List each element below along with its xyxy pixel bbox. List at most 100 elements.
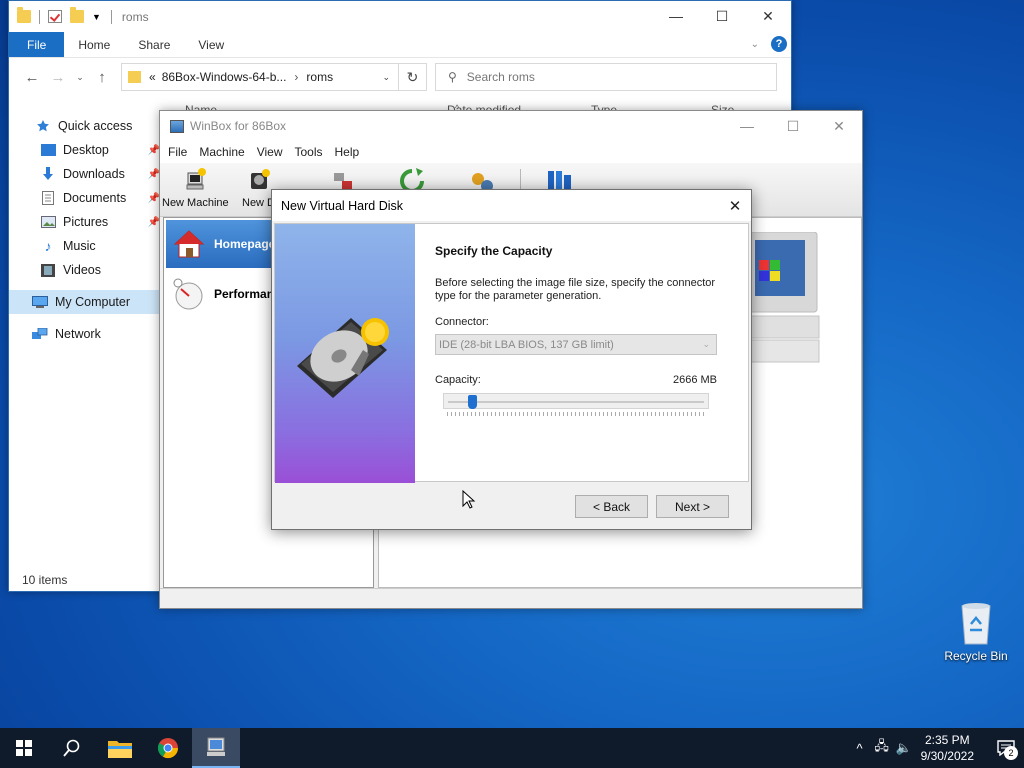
forward-arrow-icon[interactable]: → [45,69,71,86]
taskbar: ^ 🖧 🔈 2:35 PM 9/30/2022 2 [0,728,1024,768]
menu-view[interactable]: View [251,145,289,159]
menu-tools[interactable]: Tools [289,145,329,159]
network-status-icon[interactable]: 🖧 [871,737,893,759]
mouse-cursor-icon [462,490,476,509]
minimize-button[interactable]: — [724,111,770,141]
tab-file[interactable]: File [9,32,65,57]
nav-downloads[interactable]: Downloads 📌 [9,162,160,186]
nav-label: Quick access [58,119,133,133]
winbox-app-icon [170,119,184,133]
breadcrumb-parent[interactable]: 86Box-Windows-64-b... [162,70,287,84]
start-button[interactable] [0,728,48,768]
connector-value: IDE (28-bit LBA BIOS, 137 GB limit) [439,338,614,351]
help-icon[interactable]: ? [771,36,787,52]
nav-videos[interactable]: Videos [9,258,160,282]
nav-pictures[interactable]: Pictures 📌 [9,210,160,234]
back-button[interactable]: < Back [575,495,648,518]
search-icon [63,739,80,757]
taskbar-winbox[interactable] [192,728,240,768]
refresh-button[interactable]: ↻ [399,63,427,91]
dialog-titlebar[interactable]: New Virtual Hard Disk ✕ [272,190,751,221]
tab-home[interactable]: Home [64,32,124,57]
breadcrumb-separator-icon[interactable]: › [294,70,298,84]
nav-desktop[interactable]: Desktop 📌 [9,138,160,162]
list-item-label: Performan [214,287,275,301]
window-title: roms [121,9,149,24]
action-center-button[interactable]: 2 [988,728,1024,768]
performance-icon [173,278,203,310]
nav-music[interactable]: ♪ Music [9,234,160,258]
toolbar-label: New Machine [162,197,229,209]
nav-label: My Computer [55,295,131,309]
explorer-titlebar[interactable]: ▼ roms — ☐ ✕ [9,1,791,32]
nav-label: Documents [63,191,127,205]
nav-network[interactable]: Network [9,322,160,346]
capacity-label: Capacity: [435,374,481,386]
new-machine-icon [186,168,207,190]
document-icon [40,191,56,205]
list-item-label: Homepage [214,237,276,251]
divider [39,9,40,24]
nav-label: Desktop [63,143,109,157]
slider-thumb[interactable] [467,395,477,409]
menu-machine[interactable]: Machine [193,145,250,159]
maximize-button[interactable]: ☐ [699,1,745,31]
clock[interactable]: 2:35 PM 9/30/2022 [921,732,974,764]
winbox-app-icon [207,737,225,756]
volume-icon[interactable]: 🔈 [893,740,915,756]
recent-locations-icon[interactable]: ⌄ [71,72,89,83]
properties-icon[interactable] [48,10,62,23]
taskbar-file-explorer[interactable] [96,728,144,768]
new-machine-button[interactable]: New Machine [162,165,229,209]
system-tray: ^ 🖧 🔈 2:35 PM 9/30/2022 2 [849,728,1024,768]
item-count: 10 items [22,573,68,587]
tab-view[interactable]: View [184,32,238,57]
nav-documents[interactable]: Documents 📌 [9,186,160,210]
nav-label: Music [63,239,96,253]
new-folder-icon[interactable] [70,7,84,23]
nav-label: Videos [63,263,101,277]
connector-select[interactable]: IDE (28-bit LBA BIOS, 137 GB limit) ⌄ [435,334,717,355]
search-button[interactable] [48,728,96,768]
capacity-slider[interactable] [443,393,709,409]
music-icon: ♪ [44,238,52,254]
clock-date: 9/30/2022 [920,749,974,763]
recycle-bin[interactable]: Recycle Bin [940,602,1012,663]
address-dropdown-icon[interactable]: ⌄ [382,72,390,83]
taskbar-chrome[interactable] [144,728,192,768]
menu-help[interactable]: Help [329,145,366,159]
star-icon [35,119,51,133]
minimize-button[interactable]: — [653,1,699,31]
search-icon: ⚲ [448,70,457,84]
close-icon[interactable]: ✕ [719,190,751,221]
customize-quick-access-icon[interactable]: ▼ [92,12,101,22]
folder-icon [128,71,141,83]
tab-share[interactable]: Share [124,32,184,57]
up-arrow-icon[interactable]: ↑ [89,69,115,86]
wizard-sidebar [275,224,415,483]
slider-track [448,401,704,403]
close-button[interactable]: ✕ [745,1,791,31]
close-button[interactable]: ✕ [816,111,862,141]
show-hidden-icons-icon[interactable]: ^ [849,741,871,756]
nav-my-computer[interactable]: My Computer [9,290,160,314]
nav-quick-access[interactable]: Quick access [9,114,160,138]
new-disk-icon [250,169,270,189]
address-bar[interactable]: « 86Box-Windows-64-b... › roms ⌄ [121,63,399,91]
search-input[interactable]: ⚲ Search roms [435,63,777,91]
retro-computer-illustration [749,232,820,363]
notification-count: 2 [1004,746,1018,760]
new-virtual-hard-disk-dialog: New Virtual Hard Disk ✕ Specify the Capa… [271,189,752,530]
menu-file[interactable]: File [162,145,193,159]
winbox-titlebar[interactable]: WinBox for 86Box — ☐ ✕ [160,111,862,141]
address-overflow[interactable]: « [149,70,156,84]
next-button[interactable]: Next > [656,495,729,518]
navigation-bar: ← → ⌄ ↑ « 86Box-Windows-64-b... › roms ⌄… [9,58,791,96]
breadcrumb-current[interactable]: roms [306,70,333,84]
page-description: Before selecting the image file size, sp… [435,277,716,302]
maximize-button[interactable]: ☐ [770,111,816,141]
expand-ribbon-icon[interactable]: ⌄ [751,39,759,50]
back-arrow-icon[interactable]: ← [19,69,45,86]
menu-bar: File Machine View Tools Help [160,141,862,163]
ribbon-tabs: File Home Share View ⌄ ? [9,32,791,58]
